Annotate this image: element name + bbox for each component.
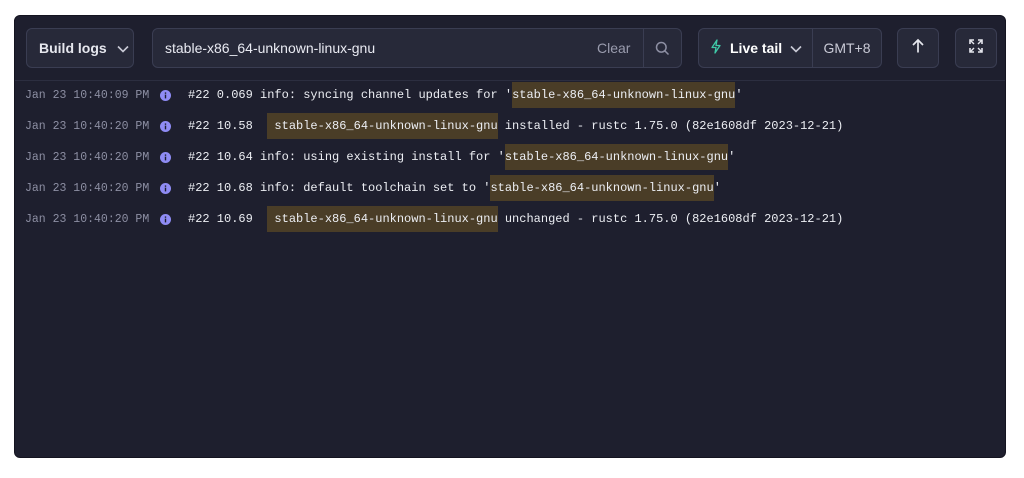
expand-icon — [969, 38, 983, 58]
log-message: #22 10.68 info: default toolchain set to… — [188, 175, 721, 201]
log-timestamp: Jan 23 10:40:20 PM — [25, 150, 150, 164]
log-message-text: ' — [728, 150, 736, 164]
search-match-highlight: stable-x86_64-unknown-linux-gnu — [267, 113, 498, 139]
log-timestamp: Jan 23 10:40:20 PM — [25, 181, 150, 195]
lightning-bolt-icon — [710, 39, 722, 57]
arrow-up-icon — [911, 38, 925, 59]
live-tail-label: Live tail — [730, 40, 783, 56]
divider — [643, 29, 644, 67]
log-source-label: Build logs — [39, 40, 107, 56]
search-input[interactable] — [153, 29, 573, 67]
expand-button[interactable] — [955, 28, 997, 68]
log-timestamp: Jan 23 10:40:09 PM — [25, 88, 150, 102]
log-timestamp: Jan 23 10:40:20 PM — [25, 119, 150, 133]
log-message-text: #22 10.69 — [188, 212, 268, 226]
info-icon — [160, 90, 171, 105]
logs-panel: Build logs Clear Live tail — [14, 15, 1006, 458]
search-icon[interactable] — [655, 41, 670, 61]
info-icon — [160, 152, 171, 167]
live-tail-group: Live tail GMT+8 — [698, 28, 882, 68]
scroll-to-top-button[interactable] — [897, 28, 939, 68]
log-search-box: Clear — [152, 28, 682, 68]
log-message-text: ' — [735, 88, 743, 102]
log-timestamp: Jan 23 10:40:20 PM — [25, 212, 150, 226]
log-message-text: #22 10.58 — [188, 119, 268, 133]
log-message: #22 10.69 stable-x86_64-unknown-linux-gn… — [188, 206, 844, 232]
log-message-text: ' — [713, 181, 721, 195]
timezone-selector[interactable]: GMT+8 — [813, 29, 881, 67]
log-message-text: installed - rustc 1.75.0 (82e1608df 2023… — [497, 119, 844, 133]
log-source-dropdown[interactable]: Build logs — [26, 28, 134, 68]
info-icon — [160, 121, 171, 136]
log-message: #22 0.069 info: syncing channel updates … — [188, 82, 743, 108]
log-toolbar: Build logs Clear Live tail — [15, 16, 1005, 81]
chevron-down-icon — [790, 40, 802, 56]
log-message-text: #22 10.64 info: using existing install f… — [188, 150, 505, 164]
log-message: #22 10.58 stable-x86_64-unknown-linux-gn… — [188, 113, 844, 139]
log-message-text: unchanged - rustc 1.75.0 (82e1608df 2023… — [497, 212, 844, 226]
clear-search-button[interactable]: Clear — [597, 40, 630, 56]
chevron-down-icon — [117, 40, 129, 56]
live-tail-button[interactable]: Live tail — [699, 29, 812, 67]
log-message: #22 10.64 info: using existing install f… — [188, 144, 736, 170]
log-message-text: #22 10.68 info: default toolchain set to… — [188, 181, 491, 195]
search-match-highlight: stable-x86_64-unknown-linux-gnu — [267, 206, 498, 232]
search-match-highlight: stable-x86_64-unknown-linux-gnu — [490, 175, 714, 201]
search-match-highlight: stable-x86_64-unknown-linux-gnu — [512, 82, 736, 108]
info-icon — [160, 214, 171, 229]
info-icon — [160, 183, 171, 198]
log-message-text: #22 0.069 info: syncing channel updates … — [188, 88, 513, 102]
search-match-highlight: stable-x86_64-unknown-linux-gnu — [504, 144, 729, 170]
